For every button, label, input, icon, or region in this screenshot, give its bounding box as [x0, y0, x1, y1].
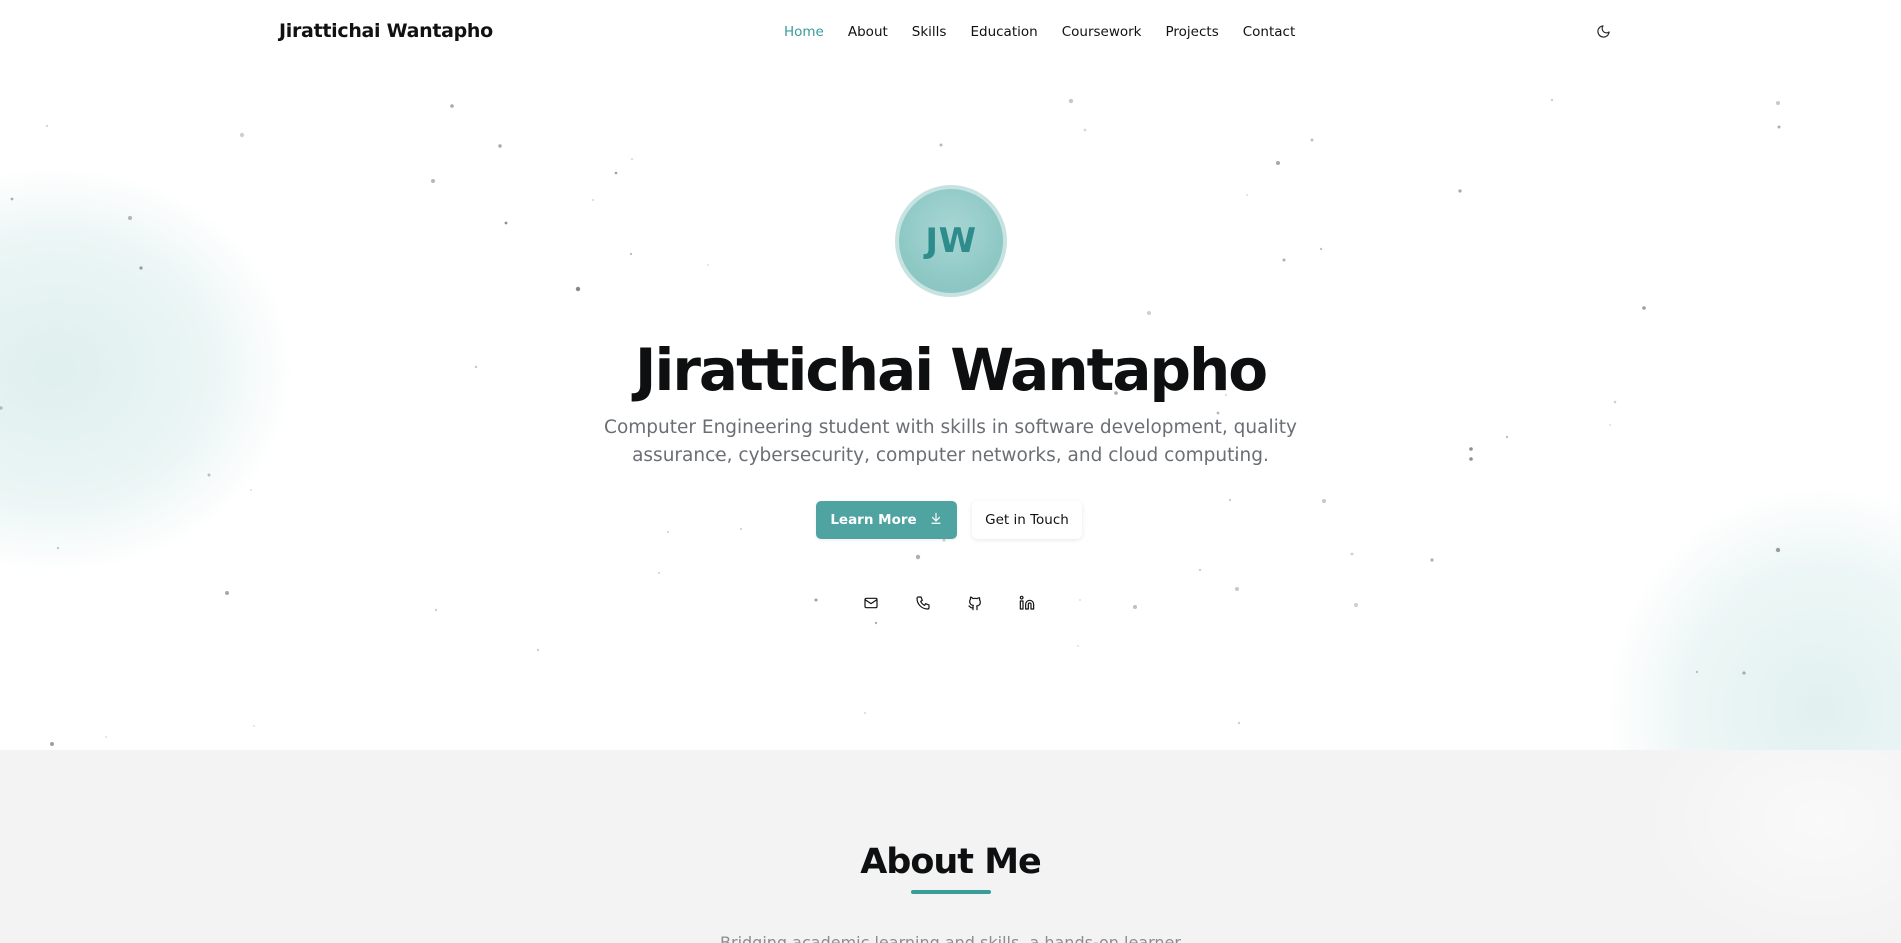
particle-dot [0, 406, 3, 410]
about-intro-text: Bridging academic learning and skills, a… [720, 933, 1181, 943]
nav-coursework[interactable]: Coursework [1062, 24, 1142, 40]
particle-dot [1322, 499, 1326, 503]
particle-dot [1550, 98, 1554, 102]
particle-dot [1237, 721, 1241, 725]
particle-dot [1695, 670, 1699, 674]
nav-about[interactable]: About [848, 24, 888, 40]
particle-dot [239, 132, 245, 138]
particle-dot [629, 252, 633, 256]
particle-dot [1246, 194, 1248, 196]
phone-icon[interactable] [913, 593, 933, 613]
site-header: Jirattichai Wantapho Home About Skills E… [0, 0, 1901, 66]
particle-dot [250, 489, 252, 491]
particle-dot [658, 572, 660, 574]
particle-dot [1068, 98, 1074, 104]
particle-dot [1742, 671, 1746, 675]
particle-dot [1198, 568, 1202, 572]
avatar: JW [895, 185, 1007, 297]
arrow-down-icon [929, 511, 943, 529]
site-brand[interactable]: Jirattichai Wantapho [279, 20, 493, 42]
particle-dot [1775, 547, 1781, 553]
particle-dot [498, 144, 502, 148]
particle-dot [1350, 552, 1354, 556]
particle-dot [631, 158, 633, 160]
hero-section: JW Jirattichai Wantapho Computer Enginee… [0, 0, 1901, 750]
learn-more-label: Learn More [830, 512, 917, 528]
particle-dot [431, 179, 435, 183]
particle-dot [1458, 189, 1462, 193]
linkedin-icon[interactable] [1017, 593, 1037, 613]
mail-icon[interactable] [861, 593, 881, 613]
theme-toggle-button[interactable] [1592, 22, 1614, 44]
particle-dot [1310, 138, 1314, 142]
particle-dot [1642, 306, 1646, 310]
particle-dot [814, 598, 818, 602]
particle-dot [1147, 311, 1151, 315]
particle-dot [939, 143, 943, 147]
particle-dot [739, 527, 743, 531]
particle-dot [1319, 247, 1323, 251]
particle-dot [504, 221, 508, 225]
nav-education[interactable]: Education [970, 24, 1037, 40]
nav-skills[interactable]: Skills [912, 24, 947, 40]
particle-dot [1505, 435, 1509, 439]
particle-dot [50, 742, 54, 746]
particle-dot [253, 725, 255, 727]
particle-dot [1083, 128, 1087, 132]
nav-contact[interactable]: Contact [1243, 24, 1296, 40]
particle-dot [207, 473, 211, 477]
particle-dot [45, 124, 49, 128]
particle-dot [536, 648, 540, 652]
particle-dot [1282, 258, 1286, 262]
learn-more-button[interactable]: Learn More [816, 501, 957, 539]
hero-title: Jirattichai Wantapho [634, 336, 1268, 404]
nav-home[interactable]: Home [784, 24, 824, 40]
particle-dot [1276, 161, 1280, 165]
particle-dot [1777, 125, 1781, 129]
main-nav: Home About Skills Education Coursework P… [784, 24, 1295, 40]
particle-dot [105, 736, 107, 738]
particle-dot [434, 608, 438, 612]
particle-dot [1609, 424, 1611, 426]
particle-dot [614, 171, 618, 175]
page: JW Jirattichai Wantapho Computer Enginee… [0, 0, 1901, 943]
particle-dot [592, 199, 594, 201]
particle-dot [128, 216, 132, 220]
particle-dot [1077, 645, 1079, 647]
particle-dot [1776, 101, 1780, 105]
particle-dot [139, 266, 143, 270]
particle-dot [450, 104, 454, 108]
nav-projects[interactable]: Projects [1166, 24, 1219, 40]
particle-dot [1079, 599, 1081, 601]
avatar-initials: JW [925, 221, 977, 261]
moon-icon [1596, 24, 1611, 43]
about-title-underline [911, 890, 991, 894]
particle-dot [225, 591, 229, 595]
particle-dot [1235, 587, 1239, 591]
particle-dot [10, 197, 14, 201]
particle-dot [874, 621, 878, 625]
social-links [861, 593, 1037, 613]
particle-dot [1469, 447, 1473, 451]
particle-dot [1430, 558, 1434, 562]
particle-dot [1469, 457, 1473, 461]
particle-dot [56, 546, 60, 550]
particle-dot [707, 264, 709, 266]
particle-dot [864, 712, 866, 714]
about-section: About Me Bridging academic learning and … [0, 750, 1901, 943]
hero-subtitle: Computer Engineering student with skills… [604, 417, 1297, 466]
particle-dot [915, 554, 921, 560]
about-title: About Me [860, 842, 1042, 882]
github-icon[interactable] [965, 593, 985, 613]
particle-dot [667, 531, 669, 533]
get-in-touch-button[interactable]: Get in Touch [972, 501, 1082, 539]
particle-dot [1354, 603, 1358, 607]
particle-dot [1228, 498, 1232, 502]
particle-dot [575, 286, 581, 292]
particle-dot [1133, 605, 1137, 609]
